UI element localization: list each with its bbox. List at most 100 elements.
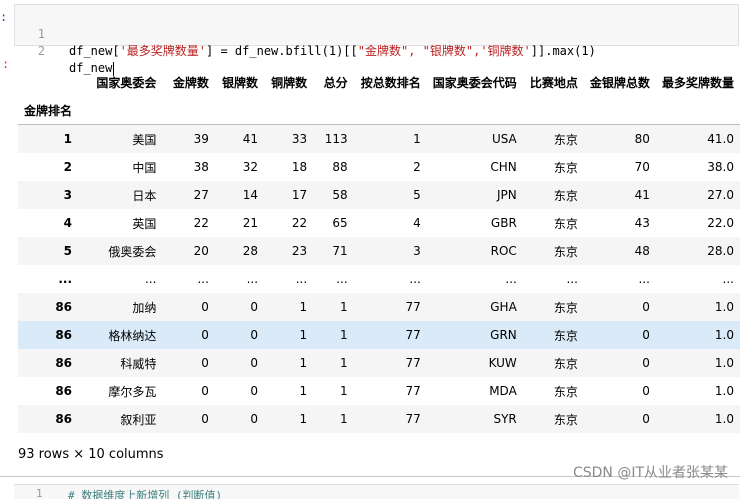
code-cell-editor[interactable]: 1 df_new['最多奖牌数量'] = df_new.bfill(1)[["金… — [14, 4, 739, 76]
table-cell: 58 — [332, 188, 348, 202]
code-text: df_new['最多奖牌数量'] = df_new.bfill(1)[["金牌数… — [69, 44, 596, 58]
table-cell: 77 — [405, 356, 421, 370]
table-row[interactable]: ................................. — [18, 265, 740, 293]
table-cell: ... — [246, 272, 259, 286]
column-header: 比赛地点 — [529, 75, 578, 90]
column-header: 国家奥委会代码 — [432, 75, 517, 90]
table-cell: 俄奥委会 — [108, 244, 157, 259]
table-row[interactable]: 86 摩尔多瓦 0 0 1 1 77 MDA 东京 0 1.0 — [18, 377, 740, 405]
table-cell: CHN — [490, 160, 517, 174]
table-cell: MDA — [489, 384, 517, 398]
table-row[interactable]: 86 格林纳达 0 0 1 1 77 GRN 东京 0 1.0 — [18, 321, 740, 349]
watermark-text: CSDN @IT从业者张某某 — [572, 465, 728, 481]
table-cell: 0 — [201, 300, 209, 314]
table-cell: ... — [409, 272, 421, 286]
table-cell: 中国 — [132, 160, 157, 175]
table-cell: 1 — [413, 132, 421, 146]
table-cell: 88 — [332, 160, 348, 174]
table-row[interactable]: 86 加纳 0 0 1 1 77 GHA 东京 0 1.0 — [18, 293, 740, 321]
column-header: 金牌数 — [172, 75, 209, 90]
table-cell: 77 — [405, 328, 421, 342]
dataframe-shape-footer: 93 rows × 10 columns — [18, 447, 164, 462]
table-cell: 5 — [413, 188, 421, 202]
table-cell: 18 — [291, 160, 308, 174]
table-row[interactable]: 86 叙利亚 0 0 1 1 77 SYR 东京 0 1.0 — [18, 405, 740, 433]
table-cell: 22 — [291, 216, 308, 230]
table-cell: 1 — [340, 356, 348, 370]
row-index: 4 — [63, 216, 73, 230]
row-index: 5 — [63, 244, 73, 258]
row-index: 3 — [63, 188, 73, 202]
table-cell: 17 — [291, 188, 308, 202]
row-index: 86 — [55, 384, 73, 398]
column-header: 最多奖牌数量 — [661, 75, 734, 90]
input-prompt: : — [0, 10, 8, 24]
table-cell: 0 — [250, 412, 259, 426]
table-cell: 1 — [340, 328, 348, 342]
table-row[interactable]: 4 英国 22 21 22 65 4 GBR 东京 43 22.0 — [18, 209, 740, 237]
table-cell: 1 — [340, 412, 348, 426]
table-cell: 东京 — [553, 412, 578, 427]
table-cell: 东京 — [553, 328, 578, 343]
table-cell: 80 — [634, 132, 650, 146]
table-cell: 0 — [201, 356, 209, 370]
table-cell: 0 — [250, 328, 259, 342]
table-row[interactable]: 86 科威特 0 0 1 1 77 KUW 东京 0 1.0 — [18, 349, 740, 377]
table-cell: 77 — [405, 412, 421, 426]
table-cell: 1 — [299, 300, 308, 314]
code-line: 1 df_new['最多奖牌数量'] = df_new.bfill(1)[["金… — [15, 9, 738, 58]
table-row[interactable]: 5 俄奥委会 20 28 23 71 3 ROC 东京 48 28.0 — [18, 237, 740, 265]
table-cell: 东京 — [553, 244, 578, 259]
table-cell: 41 — [634, 188, 650, 202]
table-cell: 0 — [642, 412, 650, 426]
table-cell: 41 — [242, 132, 259, 146]
table-cell: 65 — [332, 216, 348, 230]
table-cell: ... — [505, 272, 517, 286]
table-cell: 1.0 — [714, 328, 734, 342]
line-number: 2 — [37, 44, 45, 58]
table-cell: ROC — [490, 244, 517, 258]
table-cell: 科威特 — [120, 356, 157, 371]
column-header-row: 国家奥委会 金牌数 银牌数 铜牌数 总分 按总数排名 国家奥委会代码 比赛地点 金银牌总数 最多奖… — [18, 68, 740, 96]
table-cell: JPN — [497, 188, 517, 202]
table-cell: 日本 — [132, 188, 157, 203]
table-cell: 东京 — [553, 160, 578, 175]
table-cell: 1 — [340, 384, 348, 398]
dataframe-table: 国家奥委会 金牌数 银牌数 铜牌数 总分 按总数排名 国家奥委会代码 比赛地点 金银牌总数 最多奖… — [18, 68, 740, 433]
table-cell: 1 — [299, 328, 308, 342]
table-cell: 东京 — [553, 132, 578, 147]
table-cell: 113 — [324, 132, 348, 146]
column-header: 总分 — [323, 75, 348, 90]
table-cell: 摩尔多瓦 — [108, 384, 157, 399]
table-cell: 东京 — [553, 384, 578, 399]
table-cell: 21 — [242, 216, 259, 230]
table-cell: 东京 — [553, 300, 578, 315]
table-cell: USA — [491, 132, 517, 146]
table-cell: 23 — [291, 244, 308, 258]
table-cell: 27.0 — [707, 188, 734, 202]
table-cell: ... — [336, 272, 348, 286]
table-cell: 叙利亚 — [120, 412, 157, 427]
table-cell: 0 — [250, 356, 259, 370]
table-cell: 38.0 — [707, 160, 734, 174]
table-cell: 38 — [193, 160, 209, 174]
row-index: ... — [58, 272, 73, 286]
table-cell: 41.0 — [707, 132, 734, 146]
table-cell: 2 — [413, 160, 421, 174]
table-cell: 77 — [405, 300, 421, 314]
table-row[interactable]: 3 日本 27 14 17 58 5 JPN 东京 41 27.0 — [18, 181, 740, 209]
table-cell: KUW — [488, 356, 517, 370]
row-index: 1 — [63, 132, 73, 146]
table-cell: 1.0 — [714, 356, 734, 370]
table-cell: 东京 — [553, 356, 578, 371]
column-header: 铜牌数 — [271, 75, 308, 90]
column-header: 国家奥委会 — [96, 75, 157, 90]
table-row[interactable]: 2 中国 38 32 18 88 2 CHN 东京 70 38.0 — [18, 153, 740, 181]
table-cell: ... — [722, 272, 734, 286]
row-index: 2 — [63, 160, 73, 174]
row-index: 86 — [55, 412, 73, 426]
next-code-cell[interactable]: 1 # 数据维度上新增列 (判断值) — [14, 484, 739, 499]
table-row[interactable]: 1 美国 39 41 33 113 1 USA 东京 80 41.0 — [18, 124, 740, 153]
index-name-header: 金牌排名 — [18, 96, 79, 125]
code-comment: # 数据维度上新增列 (判断值) — [68, 489, 223, 499]
